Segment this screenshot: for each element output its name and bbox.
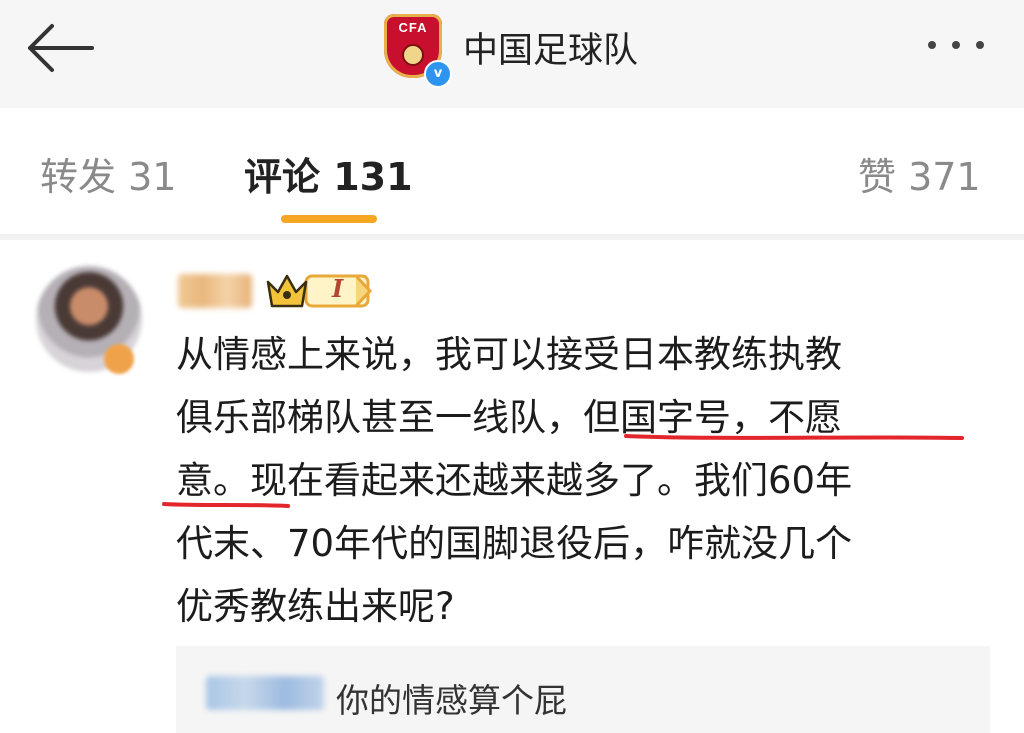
level-badge-text: I: [332, 274, 344, 303]
account-name[interactable]: 中国足球队: [463, 22, 638, 73]
section-divider: [0, 234, 1024, 240]
comment-line: 俱乐部梯队甚至一线队，但国字号，不愿: [176, 396, 842, 439]
active-tab-indicator: [281, 215, 377, 223]
more-options-button[interactable]: [928, 30, 1000, 60]
comment-line: 意。现在看起来还越来越多了。我们60年: [176, 459, 853, 502]
back-button[interactable]: [22, 18, 102, 78]
tab-comments[interactable]: 评论 131: [244, 146, 413, 201]
tab-likes[interactable]: 赞 371: [858, 146, 981, 201]
member-crown-badge: I: [264, 268, 374, 312]
reply-preview[interactable]: 你的情感算个屁: [176, 646, 990, 733]
comment-line: 从情感上来说，我可以接受日本教练执教: [176, 333, 842, 376]
top-bar: CFA v 中国足球队: [0, 0, 1024, 109]
comment-body: 从情感上来说，我可以接受日本教练执教 俱乐部梯队甚至一线队，但国字号，不愿 意。…: [176, 323, 976, 638]
reply-text: 你的情感算个屁: [336, 681, 567, 720]
more-icon-dot: [976, 41, 984, 49]
comment-line: 优秀教练出来呢?: [176, 585, 455, 628]
tab-repost[interactable]: 转发 31: [40, 146, 176, 201]
crown-icon: [266, 274, 373, 308]
comment-line: 代末、70年代的国脚退役后，咋就没几个: [176, 522, 853, 565]
more-icon-dot: [952, 41, 960, 49]
back-arrow-icon: [28, 24, 94, 72]
logo-text: CFA: [398, 20, 428, 35]
commenter-username-blurred[interactable]: [178, 274, 252, 308]
reply-username-blurred[interactable]: [206, 676, 324, 710]
avatar-badge-icon: [104, 344, 134, 374]
logo-ball-icon: [402, 44, 424, 66]
verified-badge-icon: v: [424, 60, 452, 88]
tab-bar: 转发 31 评论 131 赞 371: [0, 108, 1024, 234]
more-icon: [928, 41, 936, 49]
